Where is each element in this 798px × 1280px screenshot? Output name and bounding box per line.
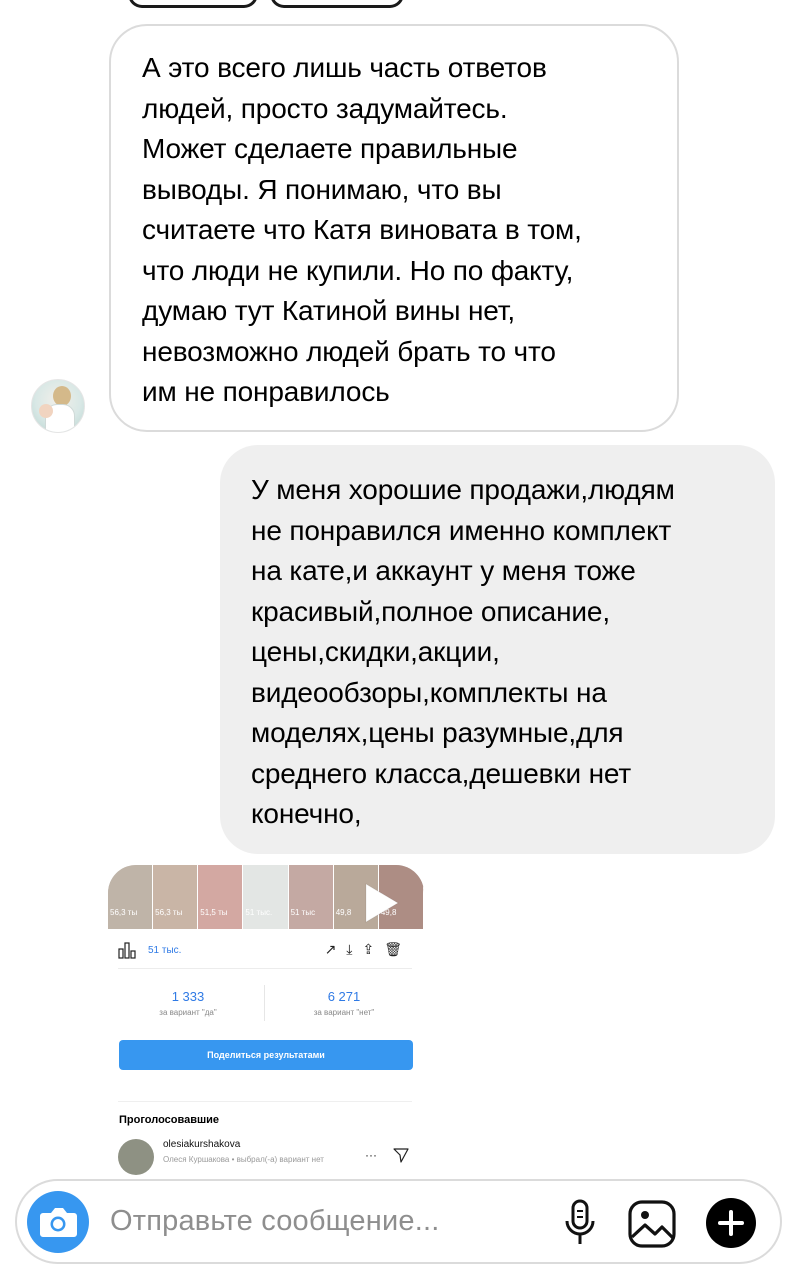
voter-username: olesiakurshakova [163,1139,241,1150]
camera-icon [40,1208,77,1237]
story-thumbnail: 51 тыс [288,865,334,929]
story-thumbnail: 51 тыс. [243,865,289,929]
story-thumbnail: 56,3 ты [153,865,199,929]
voter-detail: Олеся Куршакова • выбрал(-а) вариант нет [163,1155,324,1164]
story-stats-toolbar: 51 тыс. ↗⤓⇪🗑 [118,941,412,961]
poll-no-stat: 6 271 за вариант "нет" [313,989,375,1017]
add-button[interactable] [706,1198,756,1248]
outgoing-message-text: У меня хорошие продажи,людям не понравил… [251,474,675,829]
plus-icon [718,1210,744,1236]
voter-avatar [118,1139,154,1175]
camera-button[interactable] [27,1191,89,1253]
poll-yes-stat: 1 333 за вариант "да" [159,989,217,1017]
previous-message-edge [128,0,406,10]
play-icon[interactable] [348,872,410,934]
sender-avatar[interactable] [31,379,85,433]
more-icon: ··· [365,1148,377,1162]
outgoing-message-bubble[interactable]: У меня хорошие продажи,людям не понравил… [220,445,775,854]
views-count: 51 тыс. [148,945,182,956]
incoming-message-bubble[interactable]: А это всего лишь часть ответов людей, пр… [109,24,679,432]
gallery-icon[interactable] [627,1199,677,1249]
bar-chart-icon [118,942,136,959]
message-composer[interactable]: Отправьте сообщение... [15,1179,782,1264]
incoming-message-text: А это всего лишь часть ответов людей, пр… [142,52,582,407]
story-thumbnail: 51,5 ты [198,865,244,929]
story-thumbnail: 56,3 ты [108,865,154,929]
microphone-icon[interactable] [563,1199,597,1247]
voters-title: Проголосовавшие [119,1114,220,1126]
story-actions-icons: ↗⤓⇪🗑 [324,941,412,957]
share-results-button: Поделиться результатами [119,1040,413,1070]
send-icon [393,1148,409,1163]
message-input[interactable]: Отправьте сообщение... [110,1205,439,1238]
